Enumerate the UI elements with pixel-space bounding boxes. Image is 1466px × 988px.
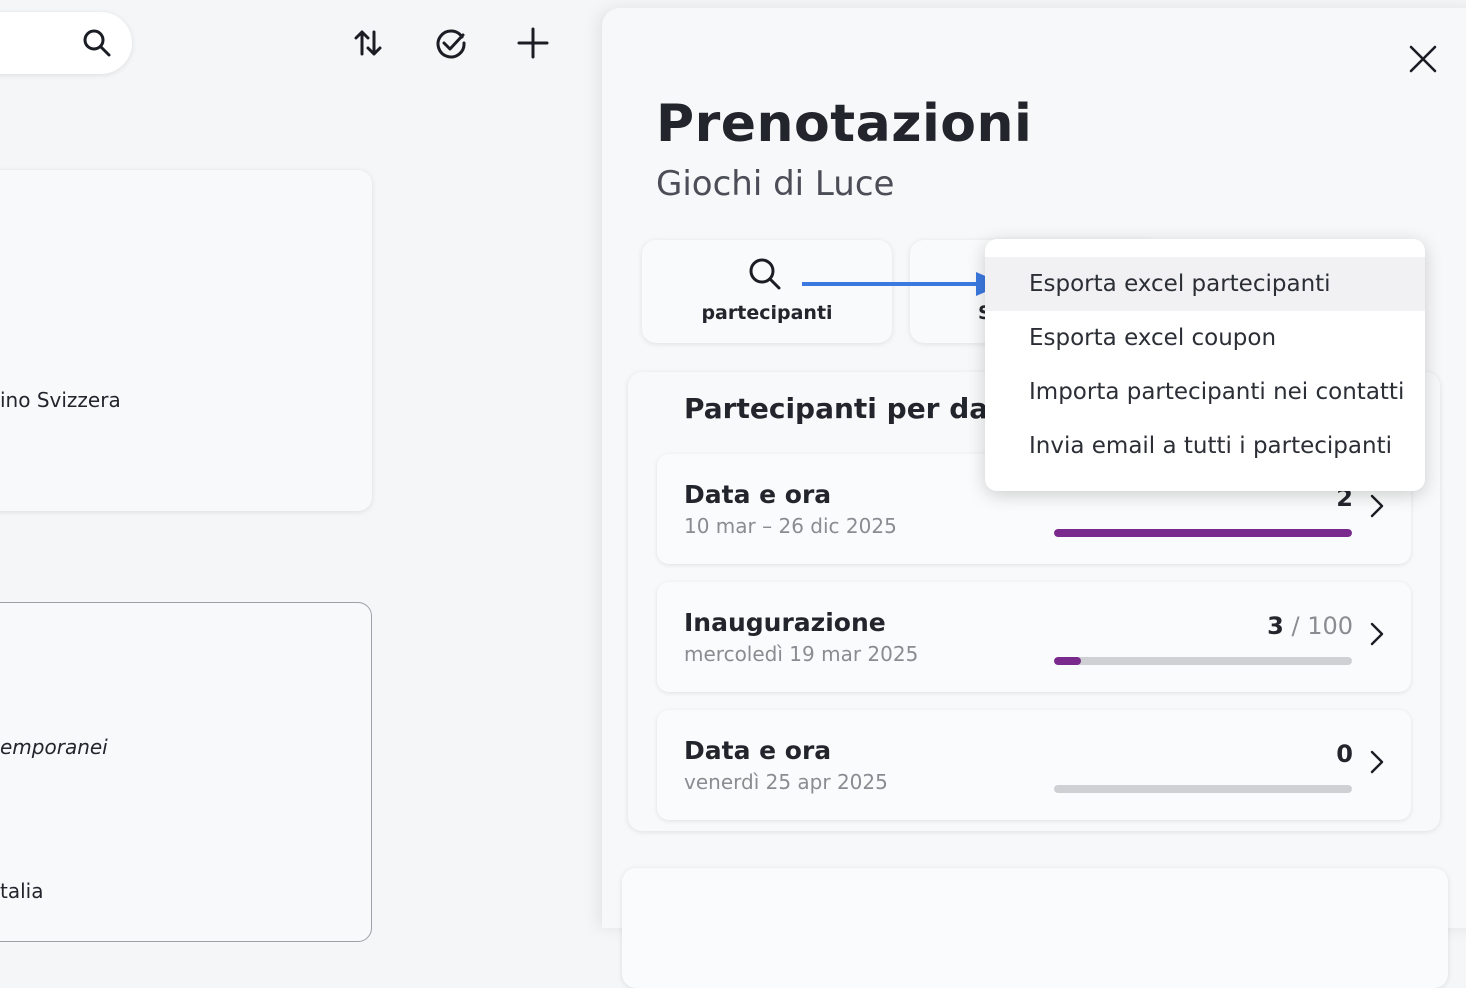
section-title: Partecipanti per date bbox=[684, 392, 1021, 425]
action-label: partecipanti bbox=[701, 302, 833, 324]
page-subtitle: Giochi di Luce bbox=[656, 164, 895, 204]
date-row-name: Data e ora bbox=[684, 480, 832, 509]
progress-bar bbox=[1054, 657, 1352, 665]
background-event-card[interactable] bbox=[0, 170, 372, 511]
progress-bar bbox=[1054, 529, 1352, 537]
date-row-date: mercoledì 19 mar 2025 bbox=[684, 642, 919, 666]
date-row-count: 3 / 100 bbox=[1267, 612, 1353, 640]
background-card-text: emporanei bbox=[0, 735, 108, 759]
chevron-right-icon bbox=[1369, 622, 1385, 650]
date-row-name: Inaugurazione bbox=[684, 608, 886, 637]
page-title: Prenotazioni bbox=[656, 94, 1033, 154]
add-icon[interactable] bbox=[516, 26, 550, 60]
menu-item-export-coupon[interactable]: Esporta excel coupon bbox=[985, 311, 1425, 365]
menu-item-email-all[interactable]: Invia email a tutti i partecipanti bbox=[985, 419, 1425, 473]
date-row-name: Data e ora bbox=[684, 736, 832, 765]
background-search-bar[interactable] bbox=[0, 12, 132, 74]
search-icon bbox=[747, 256, 783, 296]
date-row[interactable]: Inaugurazione mercoledì 19 mar 2025 3 / … bbox=[657, 582, 1411, 692]
export-dropdown-menu: Esporta excel partecipanti Esporta excel… bbox=[985, 239, 1425, 491]
background-card-text: ino Svizzera bbox=[0, 388, 121, 412]
background-card-text: talia bbox=[0, 879, 44, 903]
close-icon[interactable] bbox=[1405, 41, 1441, 77]
next-section-card bbox=[622, 868, 1448, 988]
annotation-arrow bbox=[802, 272, 1004, 296]
menu-item-export-participants[interactable]: Esporta excel partecipanti bbox=[985, 257, 1425, 311]
sort-icon[interactable] bbox=[352, 26, 386, 60]
menu-item-import-contacts[interactable]: Importa partecipanti nei contatti bbox=[985, 365, 1425, 419]
search-icon[interactable] bbox=[82, 28, 112, 62]
progress-bar bbox=[1054, 785, 1352, 793]
chevron-right-icon bbox=[1369, 494, 1385, 522]
date-row[interactable]: Data e ora venerdì 25 apr 2025 0 bbox=[657, 710, 1411, 820]
date-row-date: venerdì 25 apr 2025 bbox=[684, 770, 888, 794]
date-row-date: 10 mar – 26 dic 2025 bbox=[684, 514, 897, 538]
date-row-count: 0 bbox=[1336, 740, 1353, 768]
check-circle-icon[interactable] bbox=[434, 26, 468, 60]
background-event-card-selected[interactable] bbox=[0, 602, 372, 942]
chevron-right-icon bbox=[1369, 750, 1385, 778]
